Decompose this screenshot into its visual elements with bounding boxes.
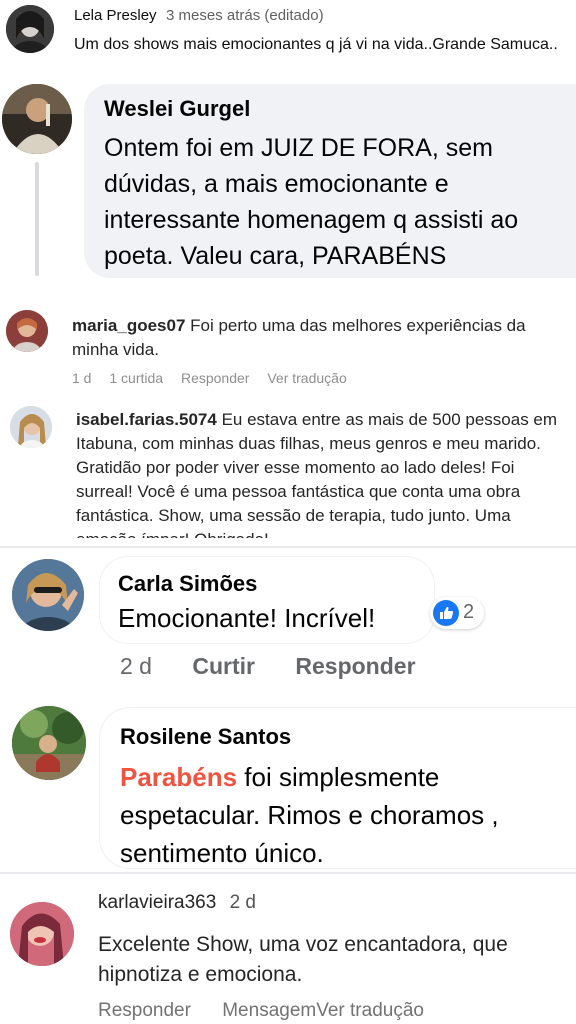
comment-line: espetacular. Rimos e choramos , [120,800,499,830]
comment-rosilene-santos: Rosilene Santos Parabéns foi simplesment… [0,700,576,872]
comment-author[interactable]: Carla Simões [118,571,257,597]
avatar[interactable] [6,310,48,352]
thread-line [35,162,39,276]
profile-photo-icon [6,310,48,352]
avatar[interactable] [12,706,86,780]
profile-photo-icon [12,706,86,780]
comment-header: karlavieira363 2 d [98,892,256,914]
profile-photo-icon [6,5,54,53]
comment-actions: 1 d 1 curtida Responder Ver tradução [72,370,347,386]
profile-photo-icon [10,406,52,448]
comment-karlavieira363: karlavieira363 2 d Excelente Show, uma v… [0,874,576,1024]
comment-actions: Responder MensagemVer tradução [98,1000,424,1022]
like-button[interactable]: Curtir [192,653,255,679]
reply-button[interactable]: Responder [181,370,250,386]
comment-line: Excelente Show, uma voz encantadora, que [98,933,508,956]
comment-author[interactable]: karlavieira363 [98,892,216,913]
avatar[interactable] [10,902,74,966]
comment-text: Um dos shows mais emocionantes q já vi n… [74,36,558,53]
reaction-badge[interactable]: 2 [430,597,484,629]
thumbs-up-icon [433,600,459,626]
highlighted-word: Parabéns [120,762,238,792]
comment-text: isabel.farias.5074 Eu estava entre as ma… [76,408,557,538]
avatar[interactable] [10,406,52,448]
comment-text: Emocionante! Incrível! [118,603,376,633]
avatar[interactable] [2,84,72,154]
comment-time: 2 d [229,892,256,913]
comment-line: Gratidão por poder viver esse momento ao… [76,458,515,477]
comment-line: foi simplesmente [237,762,440,792]
comment-bubble: Weslei Gurgel Ontem foi em JUIZ DE FORA,… [84,84,576,278]
comment-line: dúvidas, a mais emocionante e [104,170,449,198]
comment-text: Ontem foi em JUIZ DE FORA, sem dúvidas, … [104,130,518,274]
comment-meta: 3 meses atrás (editado) [166,7,324,24]
avatar[interactable] [12,559,84,631]
comment-carla-simoes: Carla Simões Emocionante! Incrível! 2 2 … [0,553,576,701]
comment-line: Ontem foi em JUIZ DE FORA, sem [104,134,493,162]
message-button[interactable]: Mensagem [222,1000,316,1021]
comment-author[interactable]: Rosilene Santos [120,724,291,750]
comment-bubble: Rosilene Santos Parabéns foi simplesment… [100,708,576,868]
comment-time: 2 d [120,653,152,679]
comment-author[interactable]: maria_goes07 [72,316,185,335]
comment-line: sentimento único. [120,838,324,868]
comment-line: minha vida. [72,340,159,359]
profile-photo-icon [2,84,72,154]
comment-time: 1 d [72,370,92,386]
profile-photo-icon [12,559,84,631]
comment-line: hipnotiza e emociona. [98,963,303,986]
comment-isabel-farias: isabel.farias.5074 Eu estava entre as ma… [0,398,576,538]
comment-line: interessante homenagem q assisti ao [104,206,519,234]
comment-line: Itabuna, com minhas duas filhas, meus ge… [76,434,541,453]
comment-line: Eu estava entre as mais de 500 pessoas e… [221,410,558,429]
reply-button[interactable]: Responder [295,653,415,679]
comment-author[interactable]: Weslei Gurgel [104,96,250,122]
translate-link[interactable]: Ver tradução [267,370,346,386]
comment-line: surreal! Você é uma pessoa fantástica qu… [76,482,521,501]
divider [0,546,576,548]
comment-lela-presley: Lela Presley 3 meses atrás (editado) Um … [0,0,576,66]
reaction-count: 2 [463,601,475,623]
comment-text: Parabéns foi simplesmente espetacular. R… [120,758,499,872]
comment-weslei-gurgel: Weslei Gurgel Ontem foi em JUIZ DE FORA,… [0,66,576,288]
comment-text: Excelente Show, uma voz encantadora, que… [98,930,508,990]
reply-button[interactable]: Responder [98,1000,191,1021]
likes-count[interactable]: 1 curtida [109,370,163,386]
comment-text: maria_goes07 Foi perto uma das melhores … [72,314,526,362]
profile-photo-icon [10,902,74,966]
comment-actions: 2 d Curtir Responder [120,653,416,680]
translate-link[interactable]: Ver tradução [316,1000,424,1021]
comment-line: poeta. Valeu cara, PARABÉNS [104,242,447,270]
comment-author[interactable]: isabel.farias.5074 [76,410,217,429]
comment-bubble: Carla Simões Emocionante! Incrível! [100,557,434,643]
comment-author[interactable]: Lela Presley [74,7,157,24]
comment-line: Foi perto uma das melhores experiências … [190,316,526,335]
comment-maria-goes07: maria_goes07 Foi perto uma das melhores … [0,298,576,398]
comment-line: fantástica. Show, uma sessão de terapia,… [76,506,511,525]
avatar[interactable] [6,5,54,53]
comment-line: emoção ímpar! Obrigada! [76,528,557,538]
